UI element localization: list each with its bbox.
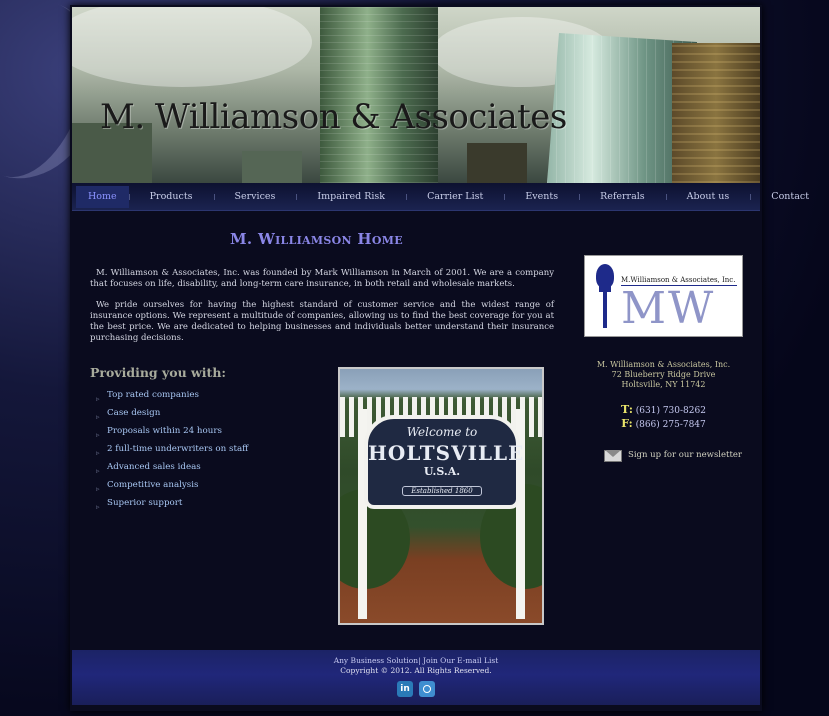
feature-label: Superior support <box>107 498 183 508</box>
company-logo: M.Williamson & Associates, Inc. MW <box>584 255 743 337</box>
header-banner: M. Williamson & Associates <box>72 7 760 183</box>
feature-label: 2 full-time underwriters on staff <box>107 444 249 454</box>
footer-copyright: Copyright © 2012. All Rights Reserved. <box>340 666 492 675</box>
feature-label: Proposals within 24 hours <box>107 426 222 436</box>
feature-item: ▹ Top rated companies <box>96 386 248 404</box>
social-links: in <box>72 681 760 697</box>
feature-item: ▹ 2 full-time underwriters on staff <box>96 440 248 458</box>
building <box>242 151 302 183</box>
site-title: M. Williamson & Associates <box>100 97 567 137</box>
sign-country-text: U.S.A. <box>423 465 461 478</box>
nav-item-services[interactable]: Services <box>213 186 297 208</box>
feature-item: ▹ Superior support <box>96 494 248 512</box>
linkedin-icon[interactable]: in <box>397 681 413 697</box>
logo-monogram: MW <box>621 283 716 334</box>
contact-city: Holtsville, NY 11742 <box>621 380 706 389</box>
feature-item: ▹ Proposals within 24 hours <box>96 422 248 440</box>
feature-label: Case design <box>107 408 161 418</box>
nav-item-carrier-list[interactable]: Carrier List <box>406 186 504 208</box>
fax-number: (866) 275-7847 <box>635 420 706 430</box>
welcome-sign: Welcome to HOLTSVILLE U.S.A. Established… <box>364 415 525 509</box>
nav-item-impaired-risk[interactable]: Impaired Risk <box>296 186 406 208</box>
nav-item-contact[interactable]: Contact <box>750 186 829 208</box>
feature-list: ▹ Top rated companies ▹ Case design ▹ Propo… <box>96 386 248 512</box>
contact-street: 72 Blueberry Ridge Drive <box>611 370 716 379</box>
fax-row: F: (866) 275-7847 <box>584 417 743 430</box>
intro-paragraph: M. Williamson & Associates, Inc. was fou… <box>90 268 554 289</box>
nav-item-events[interactable]: Events <box>504 186 579 208</box>
bullet-icon: ▹ <box>96 503 100 511</box>
building <box>467 143 527 183</box>
nav-item-home[interactable]: Home <box>76 186 129 208</box>
camera-icon[interactable] <box>419 681 435 697</box>
feature-label: Advanced sales ideas <box>107 462 201 472</box>
skyscraper <box>320 7 438 183</box>
feature-item: ▹ Case design <box>96 404 248 422</box>
main-nav: Home Products Services Impaired Risk Car… <box>72 183 809 211</box>
cloud <box>72 7 312 87</box>
building <box>672 43 760 183</box>
nav-item-referrals[interactable]: Referrals <box>579 186 666 208</box>
feature-label: Competitive analysis <box>107 480 199 490</box>
feature-item: ▹ Advanced sales ideas <box>96 458 248 476</box>
feature-label: Top rated companies <box>107 390 200 400</box>
footer: Any Business Solution| Join Our E-mail L… <box>72 650 760 705</box>
sign-welcome-text: Welcome to <box>406 425 478 439</box>
sign-town-text: HOLTSVILLE <box>368 441 525 465</box>
torch-icon <box>593 264 617 328</box>
contact-company-name: M. Williamson & Associates, Inc. <box>596 360 731 369</box>
page-title: M. Williamson Home <box>230 230 403 248</box>
page-container: M. Williamson & Associates Home Products… <box>70 5 809 711</box>
phone-number: (631) 730-8262 <box>635 406 706 416</box>
sign-established-text: Established 1860 <box>402 486 482 496</box>
phone-label: T: <box>621 403 633 416</box>
envelope-icon <box>604 447 622 463</box>
fax-label: F: <box>621 417 633 430</box>
newsletter-label[interactable]: Sign up for our newsletter <box>628 450 742 460</box>
phone-row: T: (631) 730-8262 <box>584 403 743 416</box>
nav-item-products[interactable]: Products <box>128 186 214 208</box>
nav-item-about-us[interactable]: About us <box>665 186 751 208</box>
newsletter-signup-link[interactable]: Sign up for our newsletter <box>604 447 742 463</box>
holtsville-sign-photo: Welcome to HOLTSVILLE U.S.A. Established… <box>338 367 544 625</box>
intro-paragraph: We pride ourselves for having the highes… <box>90 300 554 343</box>
feature-item: ▹ Competitive analysis <box>96 476 248 494</box>
footer-links[interactable]: Any Business Solution| Join Our E-mail L… <box>72 656 760 665</box>
providing-heading: Providing you with: <box>90 365 227 380</box>
